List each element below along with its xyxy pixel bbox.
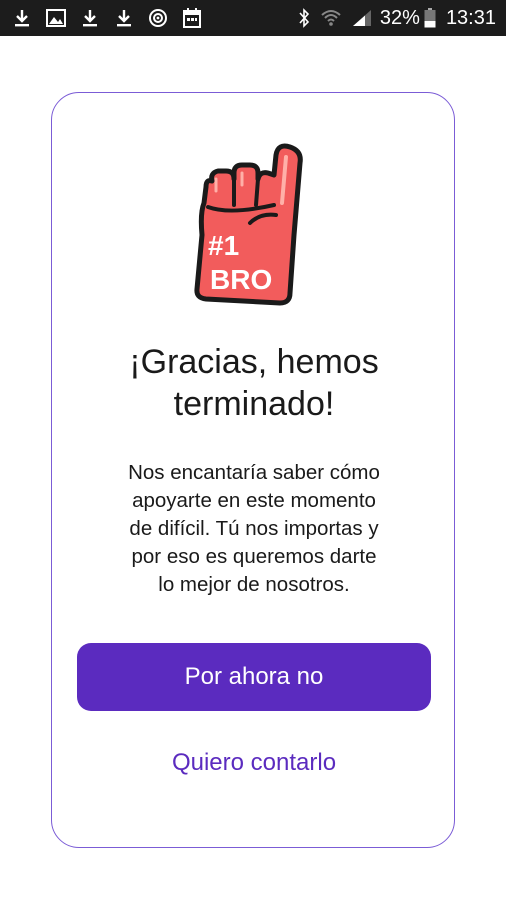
completion-card: #1 BRO ¡Gracias, hemos terminado! Nos en…: [51, 92, 455, 848]
card-message-line: de difícil. Tú nos importas y: [129, 517, 379, 540]
card-message-line: Nos encantaría saber cómo: [128, 461, 380, 484]
download-icon: [80, 8, 100, 28]
signal-icon: [352, 9, 372, 27]
card-message-line: lo mejor de nosotros.: [158, 573, 350, 596]
battery-icon: [424, 8, 436, 28]
foam-finger-text-2: BRO: [210, 264, 272, 295]
target-icon: [148, 8, 168, 28]
card-message-line: apoyarte en este momento: [132, 489, 376, 512]
gallery-icon: [46, 8, 66, 28]
card-title-line: ¡Gracias, hemos: [129, 343, 379, 381]
foam-finger-text-1: #1: [208, 230, 239, 261]
battery-percent: 32%: [379, 6, 420, 29]
system-icons: 32% 13:31: [288, 7, 496, 30]
notification-icons: [12, 8, 216, 28]
download-icon: [12, 8, 32, 28]
not-now-button[interactable]: Por ahora no: [77, 643, 431, 711]
card-message-line: por eso es queremos darte: [131, 545, 377, 568]
clock: 13:31: [445, 6, 496, 29]
bluetooth-icon: [298, 8, 310, 28]
status-bar: 32% 13:31: [0, 0, 506, 36]
card-title: ¡Gracias, hemos terminado!: [52, 341, 456, 425]
calendar-icon: [182, 8, 202, 28]
download-icon: [114, 8, 134, 28]
card-title-line: terminado!: [173, 385, 335, 423]
foam-finger-icon: #1 BRO: [190, 143, 320, 313]
tell-us-link[interactable]: Quiero contarlo: [52, 743, 456, 783]
wifi-icon: [320, 9, 342, 27]
card-message: Nos encantaría saber cómo apoyarte en es…: [102, 459, 406, 599]
